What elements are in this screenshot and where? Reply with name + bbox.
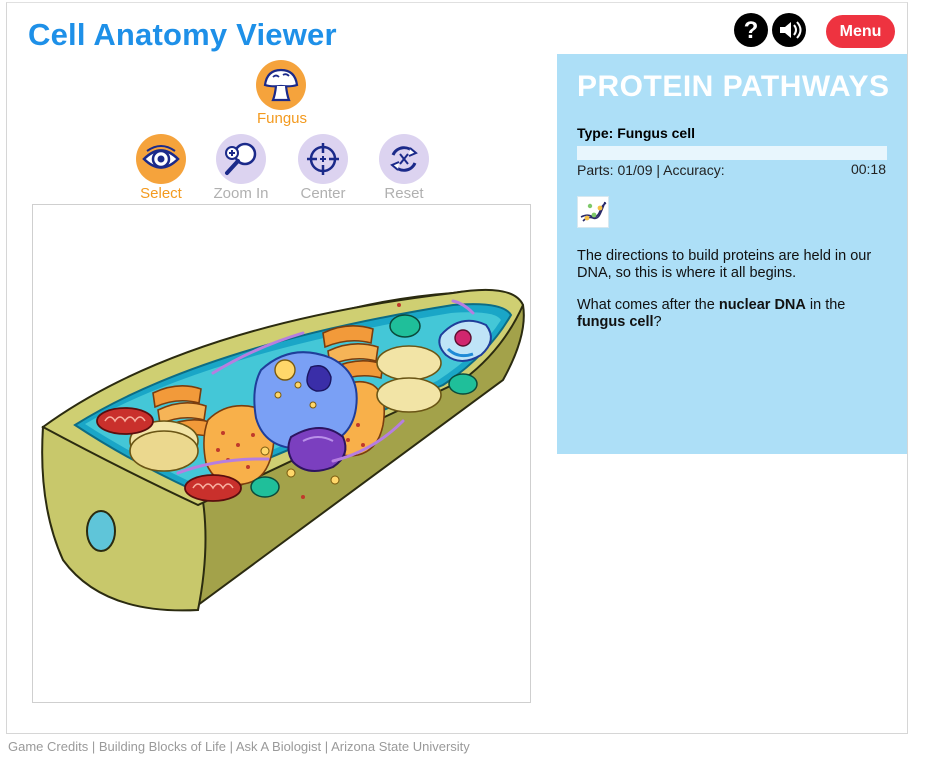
- question-prefix: What comes after the: [577, 297, 719, 313]
- center-tool-button[interactable]: Center: [295, 134, 351, 202]
- question-mid: in the: [805, 297, 846, 313]
- speaker-icon[interactable]: [772, 13, 806, 47]
- dna-icon: [577, 196, 609, 228]
- cell-type-label: Type: Fungus cell: [577, 125, 695, 141]
- tool-label-center: Center: [300, 185, 346, 202]
- question-term-2: fungus cell: [577, 314, 654, 330]
- tool-label-zoom-in: Zoom In: [213, 185, 269, 202]
- select-tool-button[interactable]: Select: [133, 134, 189, 202]
- header-icons: ?: [734, 13, 810, 47]
- footer-separator: |: [226, 739, 236, 754]
- footer-link-game-credits[interactable]: Game Credits: [8, 739, 88, 754]
- organism-selector[interactable]: Fungus: [256, 60, 308, 127]
- reset-arrows-icon: [379, 134, 429, 184]
- timer: 00:18: [850, 161, 886, 177]
- tool-label-reset: Reset: [384, 185, 424, 202]
- protein-pathways-panel: PROTEIN PATHWAYS Type: Fungus cell Parts…: [557, 54, 907, 454]
- question-term-1: nuclear DNA: [718, 297, 806, 313]
- mushroom-icon[interactable]: [256, 60, 306, 110]
- app-title: Cell Anatomy Viewer: [28, 17, 337, 52]
- svg-text:?: ?: [744, 17, 759, 44]
- parts-accuracy-status: Parts: 01/09 | Accuracy:: [577, 162, 725, 178]
- footer-link-building-blocks[interactable]: Building Blocks of Life: [99, 739, 226, 754]
- footer-link-ask-a-biologist[interactable]: Ask A Biologist: [236, 739, 321, 754]
- progress-bar: [577, 146, 887, 160]
- question-suffix: ?: [653, 314, 662, 330]
- organism-label: Fungus: [256, 110, 308, 127]
- question-icon[interactable]: ?: [734, 13, 768, 47]
- footer-link-asu[interactable]: Arizona State University: [331, 739, 470, 754]
- fungus-cell-illustration[interactable]: [33, 205, 530, 702]
- magnifier-plus-icon: [216, 134, 266, 184]
- footer-links: Game Credits | Building Blocks of Life |…: [8, 739, 470, 754]
- zoom-in-tool-button[interactable]: Zoom In: [213, 134, 269, 202]
- cell-viewer-canvas[interactable]: [32, 204, 531, 703]
- reset-tool-button[interactable]: Reset: [376, 134, 432, 202]
- footer-separator: |: [88, 739, 99, 754]
- panel-title: PROTEIN PATHWAYS: [577, 70, 890, 103]
- eye-icon: [136, 134, 186, 184]
- footer-separator: |: [321, 739, 332, 754]
- tool-label-select: Select: [140, 185, 182, 202]
- question-text: What comes after the nuclear DNA in the …: [577, 297, 893, 331]
- intro-text: The directions to build proteins are hel…: [577, 248, 872, 281]
- crosshair-icon: [298, 134, 348, 184]
- menu-button[interactable]: Menu: [826, 15, 895, 48]
